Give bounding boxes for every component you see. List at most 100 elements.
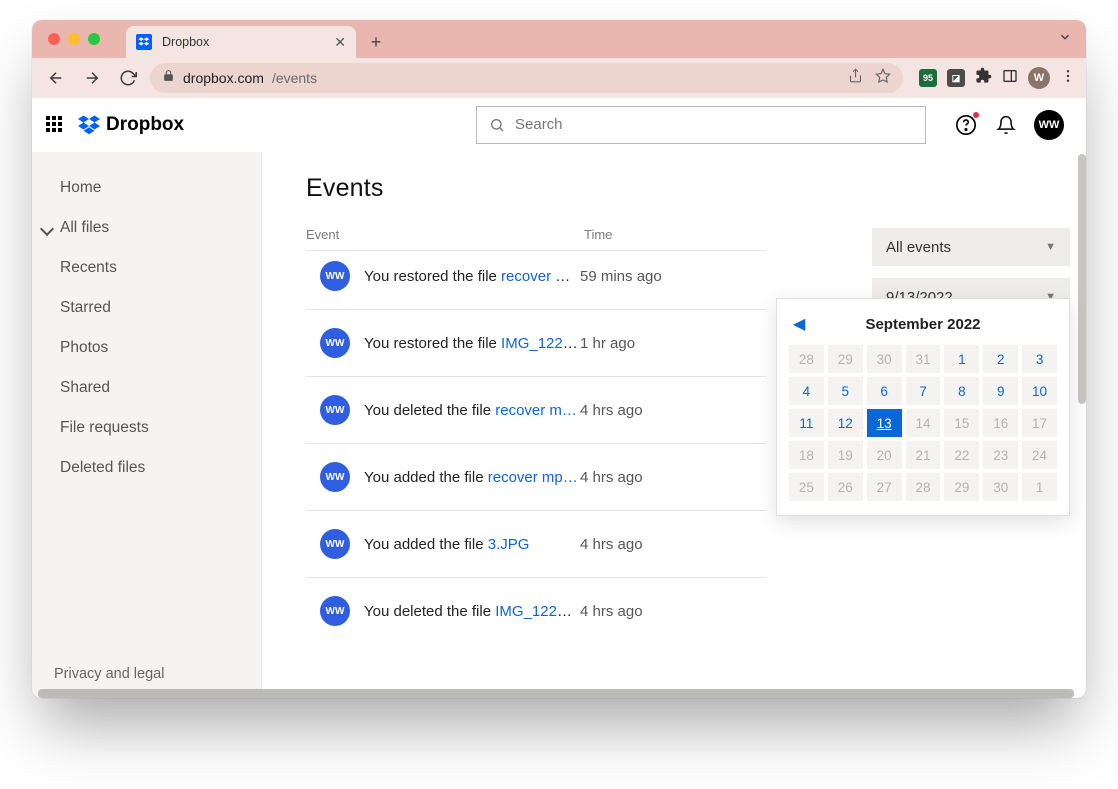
calendar-day: 29 [944,473,979,501]
new-tab-button[interactable]: + [362,28,390,56]
calendar-day: 14 [906,409,941,437]
sidebar-item-shared[interactable]: Shared [32,368,261,408]
calendar-day: 23 [983,441,1018,469]
event-row[interactable]: WWYou added the file 3.JPG4 hrs ago [306,510,766,577]
calendar-day[interactable]: 7 [906,377,941,405]
tab-title: Dropbox [162,35,324,49]
calendar-day[interactable]: 6 [867,377,902,405]
event-avatar: WW [320,596,350,626]
event-text: You deleted the file IMG_1222.… [364,603,580,620]
calendar-day: 27 [867,473,902,501]
scope-filter-label: All events [886,239,951,256]
calendar-day[interactable]: 3 [1022,345,1057,373]
calendar-day: 29 [828,345,863,373]
calendar-day: 21 [906,441,941,469]
event-row[interactable]: WWYou deleted the file IMG_1222.…4 hrs a… [306,577,766,644]
event-text: You deleted the file recover m… [364,402,580,419]
share-icon[interactable] [848,68,863,88]
extensions-puzzle-icon[interactable] [975,67,992,89]
panel-icon[interactable] [1002,68,1018,89]
calendar-day: 15 [944,409,979,437]
calendar-day[interactable]: 2 [983,345,1018,373]
sidebar: HomeAll filesRecentsStarredPhotosSharedF… [32,98,262,698]
calendar-day[interactable]: 5 [828,377,863,405]
calendar-day[interactable]: 13 [867,409,902,437]
help-button[interactable] [954,113,978,137]
profile-avatar[interactable]: W [1028,67,1050,89]
event-time: 1 hr ago [580,335,635,352]
forward-button[interactable] [78,64,106,92]
horizontal-scrollbar[interactable] [38,689,1074,698]
vertical-scrollbar[interactable] [1078,154,1086,404]
calendar-day[interactable]: 9 [983,377,1018,405]
page-content: Dropbox Search WW [32,98,1086,698]
event-time: 4 hrs ago [580,469,643,486]
calendar-day: 18 [789,441,824,469]
app-switcher-icon[interactable] [46,116,64,134]
brand-name: Dropbox [106,114,184,136]
bookmark-star-icon[interactable] [875,68,891,89]
event-time: 4 hrs ago [580,536,643,553]
reload-button[interactable] [114,64,142,92]
calendar-day[interactable]: 4 [789,377,824,405]
calendar-day: 19 [828,441,863,469]
window-controls[interactable] [44,20,108,58]
address-bar[interactable]: dropbox.com/events [150,63,903,93]
close-window-icon[interactable] [48,33,60,45]
event-row[interactable]: WWYou deleted the file recover m…4 hrs a… [306,376,766,443]
sidebar-item-starred[interactable]: Starred [32,288,261,328]
event-file-link[interactable]: IMG_1222… [501,335,580,352]
event-file-link[interactable]: recover m… [501,268,580,285]
extension-icon[interactable]: ◪ [947,69,965,87]
maximize-window-icon[interactable] [88,33,100,45]
calendar-month-label: September 2022 [865,316,980,333]
scope-filter-dropdown[interactable]: All events ▼ [872,228,1070,266]
prev-month-button[interactable]: ◀ [793,314,805,334]
event-file-link[interactable]: 3.JPG [488,536,530,553]
event-avatar: WW [320,328,350,358]
sidebar-item-all-files[interactable]: All files [32,208,261,248]
calendar-day[interactable]: 11 [789,409,824,437]
kebab-menu-icon[interactable] [1060,68,1076,89]
event-row[interactable]: WWYou restored the file recover m…59 min… [306,250,766,309]
calendar-day[interactable]: 8 [944,377,979,405]
event-text: You restored the file IMG_1222… [364,335,580,352]
page-title: Events [306,174,1086,203]
event-text: You added the file recover mp… [364,469,580,486]
event-avatar: WW [320,529,350,559]
calendar-day: 17 [1022,409,1057,437]
event-file-link[interactable]: recover mp… [488,469,578,486]
calendar-day[interactable]: 1 [944,345,979,373]
search-input[interactable]: Search [476,106,926,144]
extension-icon[interactable]: 95 [919,69,937,87]
tab-strip: Dropbox ✕ + [32,20,1086,58]
back-button[interactable] [42,64,70,92]
notification-dot-icon [973,112,979,118]
sidebar-item-photos[interactable]: Photos [32,328,261,368]
event-text: You restored the file recover m… [364,268,580,285]
user-avatar[interactable]: WW [1034,110,1064,140]
tabs-overflow-icon[interactable] [1058,30,1072,49]
sidebar-footer-link[interactable]: Privacy and legal [54,666,164,682]
calendar-day: 25 [789,473,824,501]
calendar-day: 24 [1022,441,1057,469]
browser-tab[interactable]: Dropbox ✕ [126,26,356,58]
event-file-link[interactable]: IMG_1222.… [495,603,580,620]
close-tab-icon[interactable]: ✕ [334,34,346,51]
app-header: Dropbox Search WW [32,98,1078,152]
sidebar-item-home[interactable]: Home [32,168,261,208]
event-row[interactable]: WW You restored the file IMG_1222…1 hr ag… [306,309,766,376]
calendar-day[interactable]: 10 [1022,377,1057,405]
notifications-button[interactable] [994,113,1018,137]
sidebar-item-file-requests[interactable]: File requests [32,408,261,448]
sidebar-item-recents[interactable]: Recents [32,248,261,288]
dropbox-favicon-icon [136,34,152,50]
calendar-day: 22 [944,441,979,469]
sidebar-item-deleted-files[interactable]: Deleted files [32,448,261,488]
brand-logo[interactable]: Dropbox [78,114,184,136]
minimize-window-icon[interactable] [68,33,80,45]
event-row[interactable]: WWYou added the file recover mp…4 hrs ag… [306,443,766,510]
date-picker: ◀ September 2022 28293031123456789101112… [776,298,1070,516]
calendar-day[interactable]: 12 [828,409,863,437]
event-file-link[interactable]: recover m… [495,402,577,419]
